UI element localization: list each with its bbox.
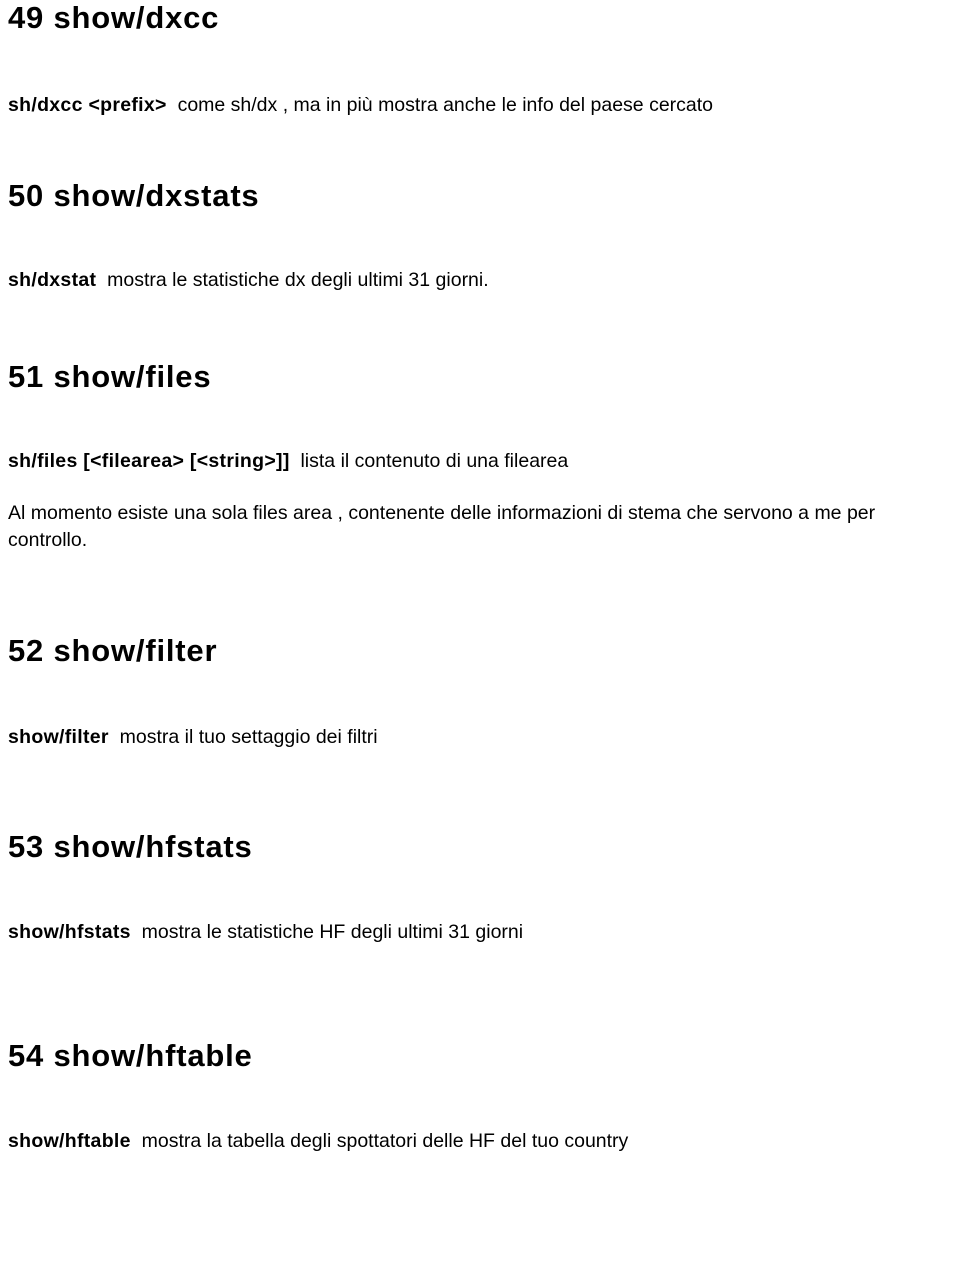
command-gap <box>290 450 301 472</box>
command-description: mostra la tabella degli spottatori delle… <box>141 1130 629 1153</box>
command-gap <box>131 921 142 943</box>
command-line: show/hftable mostra la tabella degli spo… <box>8 1129 950 1154</box>
command-description: mostra il tuo settaggio dei filtri <box>119 725 378 748</box>
section-show-dxstats: 50 show/dxstats sh/dxstat mostra le stat… <box>8 177 950 294</box>
command-line: sh/dxcc <prefix> come sh/dx , ma in più … <box>8 93 950 118</box>
section-paragraph: Al momento esiste una sola files area , … <box>8 501 876 552</box>
section-heading: 50 show/dxstats <box>8 177 260 213</box>
section-heading: 53 show/hfstats <box>8 828 253 864</box>
command-gap <box>167 94 178 116</box>
command-description: lista il contenuto di una filearea <box>300 450 569 473</box>
command-description: come sh/dx , ma in più mostra anche le i… <box>177 93 714 116</box>
command-line: sh/files [<filearea> [<string>]] lista i… <box>8 449 950 474</box>
command-gap <box>131 1130 142 1152</box>
section-heading: 49 show/dxcc <box>8 0 220 35</box>
document-page: 49 show/dxcc sh/dxcc <prefix> come sh/dx… <box>0 0 960 1262</box>
command-syntax: sh/dxstat <box>8 269 97 292</box>
section-heading: 51 show/files <box>8 358 212 394</box>
section-show-dxcc: 49 show/dxcc sh/dxcc <prefix> come sh/dx… <box>8 0 950 118</box>
section-show-hftable: 54 show/hftable show/hftable mostra la t… <box>8 1037 950 1155</box>
section-show-filter: 52 show/filter show/filter mostra il tuo… <box>8 633 950 750</box>
section-show-files: 51 show/files sh/files [<filearea> [<str… <box>8 358 950 555</box>
command-syntax: sh/files [<filearea> [<string>]] <box>8 450 290 473</box>
command-description: mostra le statistiche dx degli ultimi 31… <box>107 269 489 292</box>
command-line: show/filter mostra il tuo settaggio dei … <box>8 725 950 750</box>
command-syntax: show/hftable <box>8 1130 131 1153</box>
command-syntax: show/hfstats <box>8 921 131 944</box>
command-gap <box>109 726 120 748</box>
command-line: sh/dxstat mostra le statistiche dx degli… <box>8 268 950 293</box>
section-heading: 54 show/hftable <box>8 1037 253 1073</box>
section-heading: 52 show/filter <box>8 633 218 669</box>
command-description: mostra le statistiche HF degli ultimi 31… <box>141 921 524 944</box>
section-show-hfstats: 53 show/hfstats show/hfstats mostra le s… <box>8 828 950 946</box>
command-gap <box>96 269 107 291</box>
command-line: show/hfstats mostra le statistiche HF de… <box>8 920 950 945</box>
command-syntax: sh/dxcc <prefix> <box>8 93 167 116</box>
command-syntax: show/filter <box>8 725 109 748</box>
